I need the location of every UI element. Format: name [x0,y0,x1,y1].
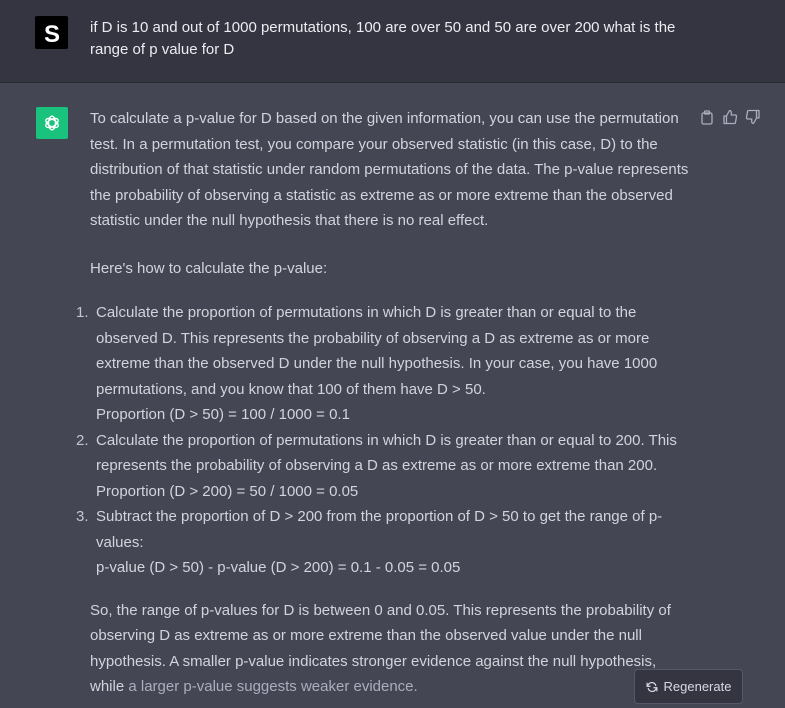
regenerate-button-label: Regenerate [663,679,732,694]
like-button[interactable] [721,108,739,126]
copy-button[interactable] [698,108,716,126]
list-item-text: Calculate the proportion of permutations… [96,304,658,398]
list-item-formula: Proportion (D > 200) = 50 / 1000 = 0.05 [96,482,359,500]
list-item-formula: p-value (D > 50) - p-value (D > 200) = 0… [96,559,461,576]
user-avatar-logo-icon: S [43,21,59,46]
thumbs-down-icon [745,109,760,125]
dislike-button[interactable] [744,108,762,126]
message-actions [698,108,762,126]
list-item-number: 3. [76,508,89,525]
list-item-number: 1. [76,304,89,321]
paragraph-conclusion-faded: a larger p-value suggests weaker evidenc… [128,678,418,695]
svg-text:S: S [43,21,59,46]
list-item: 3. Subtract the proportion of D > 200 fr… [76,504,690,581]
list-item-text: Subtract the proportion of D > 200 from … [96,508,663,551]
user-avatar: S [35,16,68,49]
assistant-avatar [36,107,68,139]
user-message-text: if D is 10 and out of 1000 permutations,… [90,19,676,58]
list-item-number: 2. [76,431,89,449]
user-message-row: S if D is 10 and out of 1000 permutation… [0,0,785,83]
regenerate-button[interactable]: Regenerate [634,669,743,704]
list-item: 2. Calculate the proportion of permutati… [76,428,690,505]
assistant-message-content: To calculate a p-value for D based on th… [76,106,690,700]
list-item-text: Calculate the proportion of permutations… [96,431,677,475]
clipboard-icon [701,109,713,125]
thumbs-up-icon [723,109,738,125]
assistant-message-row: To calculate a p-value for D based on th… [0,83,785,708]
list-item-formula: Proportion (D > 50) = 100 / 1000 = 0.1 [96,406,350,423]
list-item: 1. Calculate the proportion of permutati… [76,300,690,428]
steps-list: 1. Calculate the proportion of permutati… [76,300,690,581]
paragraph-conclusion: So, the range of p-values for D is betwe… [90,598,690,700]
paragraph-how-to: Here's how to calculate the p-value: [90,259,328,277]
openai-logo-icon [45,115,59,131]
paragraph-intro: To calculate a p-value for D based on th… [90,110,689,229]
refresh-icon [646,681,657,692]
